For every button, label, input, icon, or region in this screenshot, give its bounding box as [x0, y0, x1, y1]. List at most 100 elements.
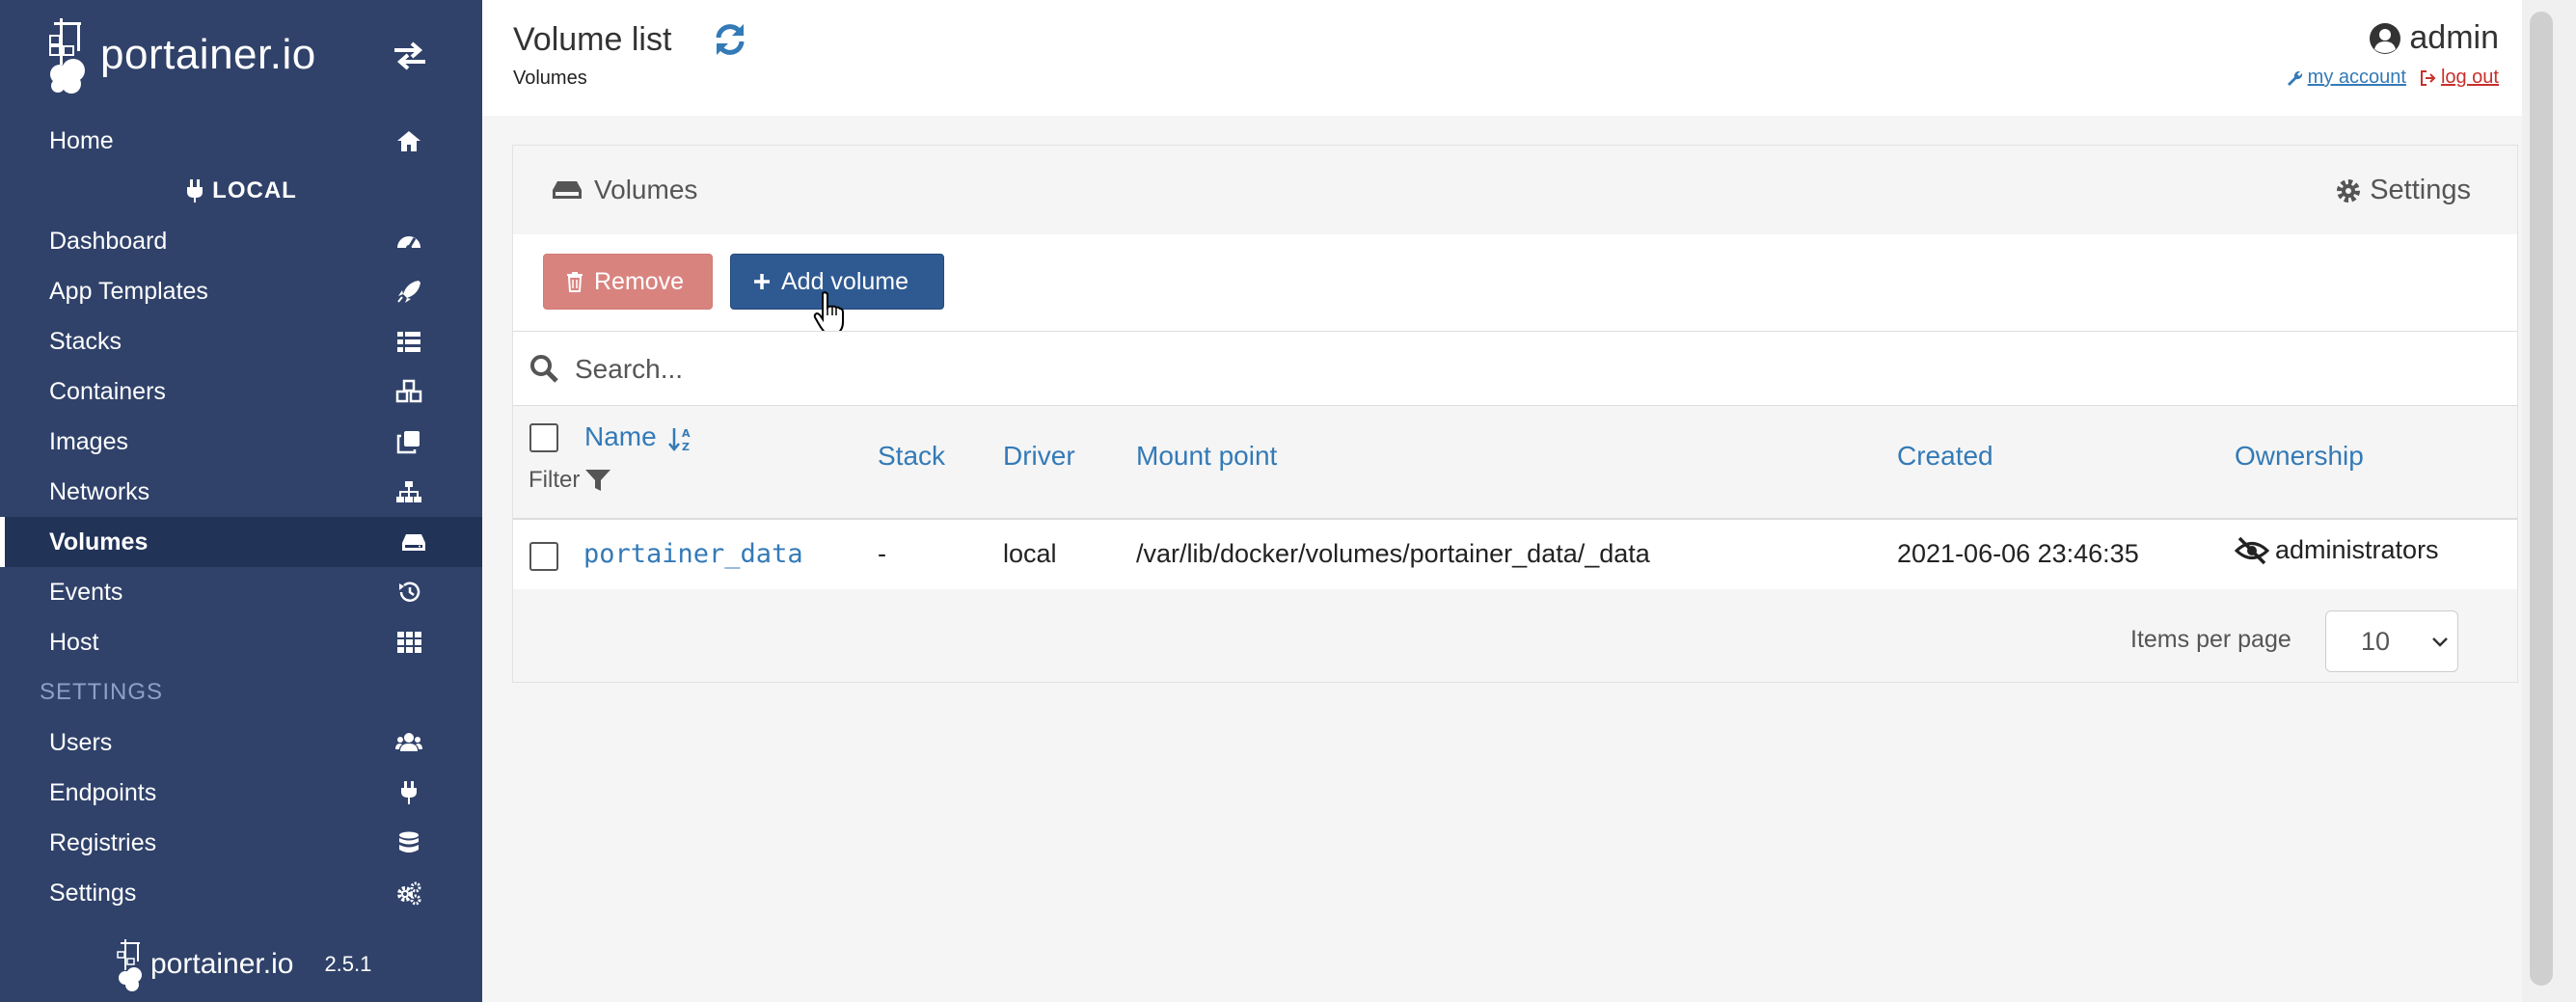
- logout-link[interactable]: log out: [2420, 67, 2499, 89]
- my-account-link[interactable]: my account: [2287, 67, 2406, 89]
- dashboard-icon: [397, 236, 420, 251]
- sidebar-item-label: Host: [49, 628, 99, 656]
- refresh-icon[interactable]: [712, 21, 748, 58]
- scrollbar-thumb[interactable]: [2530, 12, 2553, 986]
- sidebar-item-settings[interactable]: Settings: [0, 868, 482, 918]
- sidebar-item-endpoints[interactable]: Endpoints: [0, 768, 482, 818]
- list-icon: [397, 332, 420, 352]
- sidebar-nav: Home LOCAL Dashboard App Templates Stack…: [0, 116, 482, 918]
- column-name-header[interactable]: Name AZ: [584, 421, 694, 453]
- sidebar-item-label: Endpoints: [49, 778, 157, 806]
- sidebar-item-home[interactable]: Home: [0, 116, 482, 166]
- sidebar-item-registries[interactable]: Registries: [0, 818, 482, 868]
- sidebar-item-host[interactable]: Host: [0, 617, 482, 667]
- actions-toolbar: Remove Add volume: [513, 234, 2517, 335]
- search-input[interactable]: [573, 343, 2409, 395]
- sidebar-item-label: Volumes: [49, 528, 149, 555]
- history-icon: [399, 582, 420, 602]
- exchange-icon[interactable]: [391, 39, 429, 73]
- sign-out-icon: [2420, 69, 2436, 86]
- page-header: Volume list Volumes admin my account log…: [482, 0, 2522, 116]
- settings-section-heading: SETTINGS: [40, 679, 164, 705]
- search-bar: [513, 331, 2517, 406]
- table-header: Name AZ Filter Stack Driver Mount point …: [513, 406, 2517, 520]
- hdd-icon: [553, 181, 582, 199]
- clone-icon: [396, 431, 420, 454]
- items-per-page-select[interactable]: 10: [2325, 610, 2458, 672]
- sidebar-item-label: Home: [49, 126, 114, 154]
- volume-stack: -: [878, 539, 886, 568]
- user-links: my account log out: [2287, 67, 2499, 89]
- volume-name-link[interactable]: portainer_data: [583, 539, 803, 569]
- sidebar-item-label: Stacks: [49, 327, 122, 355]
- svg-text:Z: Z: [682, 441, 690, 452]
- sidebar-item-app-templates[interactable]: App Templates: [0, 266, 482, 316]
- volume-driver: local: [1003, 539, 1057, 568]
- brand-logo-link[interactable]: portainer.io: [46, 12, 393, 98]
- portainer-logo-icon: [117, 939, 142, 991]
- sidebar-item-label: Settings: [49, 879, 137, 907]
- sidebar-item-images[interactable]: Images: [0, 417, 482, 467]
- sidebar-item-label: Events: [49, 578, 123, 606]
- sidebar-item-volumes[interactable]: Volumes: [0, 517, 482, 567]
- wrench-icon: [2287, 70, 2302, 86]
- plug-icon: [187, 179, 203, 203]
- sidebar-item-stacks[interactable]: Stacks: [0, 316, 482, 366]
- sidebar-item-label: Containers: [49, 377, 166, 405]
- column-mount-point-header[interactable]: Mount point: [1136, 441, 1277, 472]
- column-stack-header[interactable]: Stack: [878, 441, 945, 472]
- items-per-page-label: Items per page: [2130, 626, 2291, 653]
- cogs-icon: [397, 881, 421, 906]
- sidebar-item-label: Dashboard: [49, 227, 168, 255]
- pagination-footer: Items per page 10: [513, 589, 2517, 684]
- plus-icon: [754, 274, 770, 289]
- gear-icon: [2337, 178, 2361, 203]
- page-scrollbar[interactable]: [2522, 0, 2576, 1002]
- sidebar-item-containers[interactable]: Containers: [0, 366, 482, 417]
- search-icon: [530, 355, 558, 383]
- th-icon: [397, 632, 421, 653]
- column-ownership-header[interactable]: Ownership: [2235, 441, 2364, 472]
- page-title: Volume list: [513, 21, 672, 58]
- select-all-checkbox[interactable]: [529, 423, 558, 452]
- widget-title: Volumes: [552, 175, 697, 205]
- sidebar-item-networks[interactable]: Networks: [0, 467, 482, 517]
- column-created-header[interactable]: Created: [1897, 441, 1993, 472]
- remove-button[interactable]: Remove: [543, 254, 713, 310]
- eye-slash-icon: [2235, 536, 2269, 564]
- database-icon: [399, 831, 419, 853]
- version-label: 2.5.1: [324, 952, 372, 976]
- plug-icon: [401, 781, 417, 804]
- volume-mount-point: /var/lib/docker/volumes/portainer_data/_…: [1136, 539, 1650, 568]
- endpoint-name: LOCAL: [0, 166, 482, 216]
- user-menu: admin my account log out: [2287, 19, 2499, 89]
- table-row: portainer_data - local /var/lib/docker/v…: [513, 520, 2517, 589]
- sidebar-item-label: Registries: [49, 828, 157, 856]
- sidebar-item-events[interactable]: Events: [0, 567, 482, 617]
- user-circle-icon: [2370, 22, 2401, 54]
- column-driver-header[interactable]: Driver: [1003, 441, 1075, 472]
- sidebar-item-label: Users: [49, 728, 113, 756]
- widget-header: Volumes Settings: [513, 146, 2517, 234]
- users-icon: [395, 733, 422, 751]
- sidebar-item-label: App Templates: [49, 277, 208, 305]
- sitemap-icon: [396, 481, 421, 502]
- home-icon: [397, 131, 420, 151]
- hand-pointer-icon: [813, 291, 844, 335]
- breadcrumb: Volumes: [513, 68, 587, 89]
- sidebar-item-users[interactable]: Users: [0, 718, 482, 768]
- table-settings-button[interactable]: Settings: [2335, 175, 2471, 206]
- sidebar-item-label: Images: [49, 427, 128, 455]
- sort-alpha-down-icon: AZ: [668, 427, 691, 453]
- volume-ownership: administrators: [2235, 535, 2439, 565]
- svg-text:A: A: [682, 427, 691, 440]
- sidebar-item-label: Networks: [49, 477, 150, 505]
- volumes-widget: Volumes Settings Remove Add volume Name …: [512, 145, 2518, 683]
- row-checkbox[interactable]: [529, 542, 558, 571]
- sidebar-footer: portainer.io 2.5.1: [116, 935, 371, 993]
- sidebar-item-dashboard[interactable]: Dashboard: [0, 216, 482, 266]
- brand-name: portainer.io: [100, 31, 316, 78]
- volume-created: 2021-06-06 23:46:35: [1897, 539, 2139, 568]
- filter-button[interactable]: Filter: [529, 466, 612, 495]
- rocket-icon: [397, 281, 420, 303]
